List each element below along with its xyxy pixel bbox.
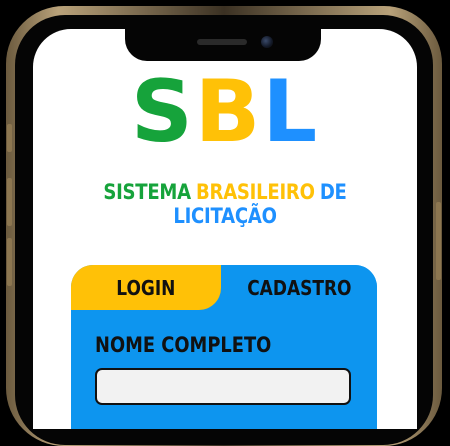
tab-login[interactable]: LOGIN (71, 265, 221, 310)
notch (125, 29, 321, 61)
tab-cadastro-label: CADASTRO (246, 275, 352, 300)
tab-cadastro[interactable]: CADASTRO (221, 265, 377, 310)
logo-letter-l: L (262, 62, 320, 162)
tab-login-label: LOGIN (116, 275, 176, 300)
app-tagline: SISTEMA BRASILEIRO DE LICITAÇÃO (60, 180, 390, 228)
logo-letter-s: S (130, 62, 195, 162)
logo-letter-b: B (194, 62, 263, 162)
full-name-label: NOME COMPLETO (95, 333, 272, 357)
app-logo: SBL (33, 69, 417, 155)
camera-icon (261, 36, 273, 48)
volume-down-button (7, 238, 12, 286)
power-button (436, 202, 441, 280)
mute-switch (7, 124, 12, 152)
auth-card: LOGIN CADASTRO NOME COMPLETO (71, 265, 377, 429)
full-name-input[interactable] (95, 368, 351, 405)
app-screen: SBL SISTEMA BRASILEIRO DE LICITAÇÃO LOGIN … (33, 29, 417, 429)
tagline-part-sistema: SISTEMA (103, 180, 191, 204)
speaker-icon (197, 39, 247, 45)
volume-up-button (7, 178, 12, 226)
tagline-part-brasileiro: BRASILEIRO (196, 180, 315, 204)
